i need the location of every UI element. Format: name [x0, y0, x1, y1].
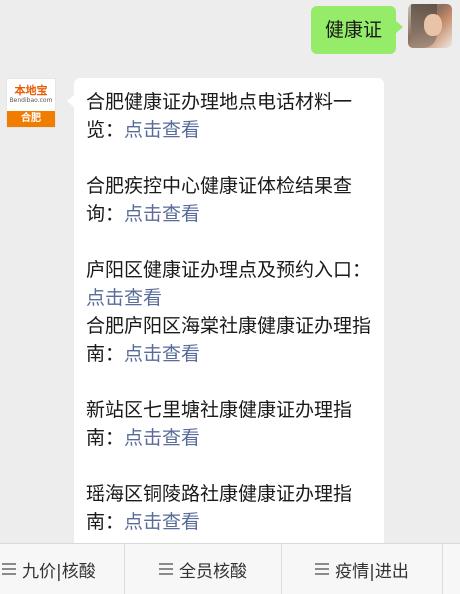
list-item: 合肥健康证办理地点电话材料一览：点击查看	[86, 91, 353, 141]
menu-icon	[159, 560, 173, 578]
view-link[interactable]: 点击查看	[124, 203, 200, 225]
list-item: 庐阳区健康证办理点及预约入口：点击查看	[86, 259, 372, 309]
list-item: 新站区七里塘社康健康证办理指南：点击查看	[86, 399, 353, 449]
view-link[interactable]: 点击查看	[124, 343, 200, 365]
menu-item-hpv-nucleic[interactable]: 九价|核酸	[0, 544, 125, 594]
outgoing-message: 健康证	[310, 4, 452, 54]
bendibao-city: 合肥	[7, 111, 55, 127]
menu-icon	[315, 560, 330, 578]
menu-item-epidemic-travel[interactable]: 疫情|进出	[282, 544, 443, 594]
view-link[interactable]: 点击查看	[86, 287, 162, 309]
outgoing-bubble: 健康证	[310, 6, 404, 54]
view-link[interactable]: 点击查看	[124, 119, 200, 141]
list-item: 合肥庐阳区海棠社康健康证办理指南：点击查看	[86, 315, 372, 365]
view-link[interactable]: 点击查看	[124, 511, 200, 533]
user-avatar[interactable]	[408, 4, 452, 48]
list-item: 合肥疾控中心健康证体检结果查询：点击查看	[86, 175, 353, 225]
menu-icon	[2, 560, 16, 578]
bendibao-logo: 本地宝	[14, 84, 48, 97]
menu-item-mass-testing[interactable]: 全员核酸	[125, 544, 282, 594]
view-link[interactable]: 点击查看	[124, 427, 200, 449]
menu-item-label: 九价|核酸	[22, 561, 96, 582]
bottom-menu: 九价|核酸 全员核酸 疫情|进出	[0, 543, 460, 594]
avatar-face	[424, 14, 442, 36]
incoming-message: 本地宝 Bendibao.com 合肥 合肥健康证办理地点电话材料一览：点击查看…	[6, 78, 384, 543]
menu-item-partial[interactable]	[443, 544, 460, 594]
menu-item-label: 全员核酸	[179, 561, 247, 582]
bendibao-avatar[interactable]: 本地宝 Bendibao.com 合肥	[6, 78, 56, 128]
incoming-bubble: 合肥健康证办理地点电话材料一览：点击查看 合肥疾控中心健康证体检结果查询：点击查…	[67, 78, 384, 543]
chat-area: 健康证 本地宝 Bendibao.com 合肥 合肥健康证办理地点电话材料一览：…	[0, 0, 460, 543]
list-item: 瑶海区铜陵路社康健康证办理指南：点击查看	[86, 483, 353, 533]
menu-item-label: 疫情|进出	[335, 561, 409, 582]
bendibao-site: Bendibao.com	[9, 97, 53, 104]
